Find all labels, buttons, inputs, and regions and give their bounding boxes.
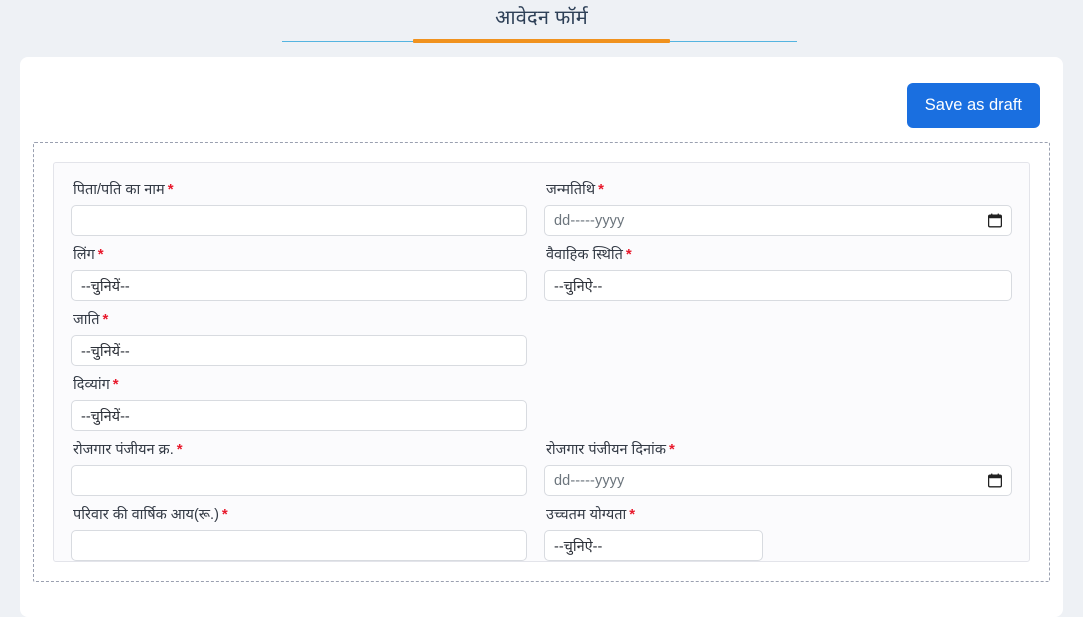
label-text: दिव्यांग: [73, 377, 110, 393]
required-marker: *: [97, 246, 104, 263]
required-marker: *: [668, 441, 675, 458]
label-caste: जाति *: [73, 310, 527, 330]
marital-status-select[interactable]: --चुनिऐ--: [544, 270, 1012, 301]
label-family-annual-income: परिवार की वार्षिक आय(रू.) *: [73, 505, 527, 525]
dob-placeholder: dd-----yyyy: [554, 212, 625, 229]
caste-select-value: --चुनियें--: [81, 343, 130, 360]
field-divyang: दिव्यांग * --चुनियें--: [71, 375, 527, 440]
required-marker: *: [629, 506, 636, 523]
label-text: परिवार की वार्षिक आय(रू.): [73, 507, 219, 523]
label-employment-reg-no: रोजगार पंजीयन क्र. *: [73, 440, 527, 460]
form-fieldset: पिता/पति का नाम* जन्मतिथि* dd-----yyyy: [33, 142, 1050, 582]
label-text: रोजगार पंजीयन क्र.: [73, 442, 174, 458]
family-annual-income-input[interactable]: [71, 530, 527, 561]
employment-reg-date-placeholder: dd-----yyyy: [554, 472, 625, 489]
required-marker: *: [598, 181, 604, 198]
form-inner-panel: पिता/पति का नाम* जन्मतिथि* dd-----yyyy: [53, 162, 1030, 562]
label-text: जाति: [73, 312, 100, 328]
field-employment-reg-no: रोजगार पंजीयन क्र. *: [71, 440, 527, 505]
employment-reg-date-input[interactable]: dd-----yyyy: [544, 465, 1012, 496]
card-toolbar: Save as draft: [20, 57, 1063, 128]
page-header: आवेदन फॉर्म: [0, 0, 1083, 47]
label-marital-status: वैवाहिक स्थिति *: [546, 245, 1012, 265]
calendar-icon[interactable]: [987, 473, 1003, 488]
form-grid: पिता/पति का नाम* जन्मतिथि* dd-----yyyy: [71, 180, 1012, 570]
required-marker: *: [221, 506, 228, 523]
field-caste: जाति * --चुनियें--: [71, 310, 527, 375]
field-dob: जन्मतिथि * dd-----yyyy: [544, 180, 1012, 245]
save-as-draft-button[interactable]: Save as draft: [906, 83, 1040, 128]
divyang-select[interactable]: --चुनियें--: [71, 400, 527, 431]
father-husband-name-input[interactable]: [71, 205, 527, 236]
label-text: जन्मतिथि: [546, 182, 596, 198]
marital-status-select-value: --चुनिऐ--: [554, 278, 603, 295]
calendar-icon[interactable]: [987, 213, 1003, 228]
label-text: लिंग: [73, 247, 95, 263]
label-divyang: दिव्यांग *: [73, 375, 527, 395]
gender-select-value: --चुनियें--: [81, 278, 130, 295]
label-highest-qualification: उच्चतम योग्यता *: [546, 505, 1012, 525]
field-highest-qualification: उच्चतम योग्यता * --चुनिऐ--: [544, 505, 1012, 570]
required-marker: *: [625, 246, 632, 263]
field-family-annual-income: परिवार की वार्षिक आय(रू.) *: [71, 505, 527, 570]
field-gender: लिंग * --चुनियें--: [71, 245, 527, 310]
required-marker: *: [112, 376, 119, 393]
highest-qualification-select[interactable]: --चुनिऐ--: [544, 530, 763, 561]
employment-reg-no-input[interactable]: [71, 465, 527, 496]
label-father-husband-name: पिता/पति का नाम *: [73, 180, 527, 200]
gender-select[interactable]: --चुनियें--: [71, 270, 527, 301]
divider-accent: [413, 39, 670, 43]
required-marker: *: [167, 181, 174, 198]
highest-qualification-select-value: --चुनिऐ--: [554, 538, 603, 555]
divyang-select-value: --चुनियें--: [81, 408, 130, 425]
form-card: Save as draft पिता/पति का नाम * जन्मतिथि *: [20, 57, 1063, 617]
label-text: वैवाहिक स्थिति: [546, 247, 623, 263]
field-employment-reg-date: रोजगार पंजीयन दिनांक * dd-----yyyy: [544, 440, 1012, 505]
label-text: रोजगार पंजीयन दिनांक: [546, 442, 666, 458]
label-text: उच्चतम योग्यता: [546, 507, 627, 523]
label-gender: लिंग *: [73, 245, 527, 265]
page-title: आवेदन फॉर्म: [495, 7, 588, 29]
title-divider: [0, 37, 1083, 47]
caste-select[interactable]: --चुनियें--: [71, 335, 527, 366]
label-employment-reg-date: रोजगार पंजीयन दिनांक *: [546, 440, 1012, 460]
dob-date-input[interactable]: dd-----yyyy: [544, 205, 1012, 236]
label-text: पिता/पति का नाम: [73, 182, 165, 198]
required-marker: *: [102, 311, 109, 328]
label-dob: जन्मतिथि *: [546, 180, 1012, 200]
required-marker: *: [176, 441, 183, 458]
field-father-husband-name: पिता/पति का नाम *: [71, 180, 527, 245]
field-marital-status: वैवाहिक स्थिति * --चुनिऐ--: [544, 245, 1012, 310]
